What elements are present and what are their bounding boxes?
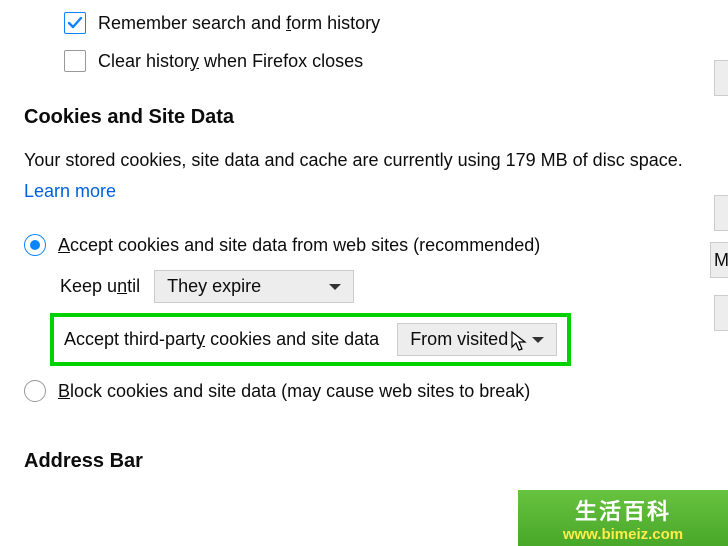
- clear-data-button-edge[interactable]: [714, 195, 728, 231]
- third-party-value: From visited: [410, 329, 508, 350]
- exceptions-button-edge[interactable]: [714, 295, 728, 331]
- third-party-label: Accept third-party cookies and site data: [64, 329, 379, 350]
- third-party-highlight: Accept third-party cookies and site data…: [50, 313, 571, 366]
- chevron-down-icon: [329, 284, 341, 290]
- watermark-title: 生活百科: [575, 494, 671, 526]
- cookies-description: Your stored cookies, site data and cache…: [24, 145, 728, 206]
- keep-until-value: They expire: [167, 276, 261, 297]
- watermark: 生活百科 www.bimeiz.com: [518, 490, 728, 546]
- settings-button-edge-1[interactable]: [714, 60, 728, 96]
- learn-more-link[interactable]: Learn more: [24, 181, 116, 201]
- accept-cookies-label: Accept cookies and site data from web si…: [58, 235, 540, 256]
- accept-cookies-radio[interactable]: [24, 234, 46, 256]
- watermark-url: www.bimeiz.com: [563, 526, 683, 543]
- remember-history-label: Remember search and form history: [98, 13, 380, 34]
- chevron-down-icon: [532, 337, 544, 343]
- cookies-section-title: Cookies and Site Data: [24, 106, 728, 129]
- manage-data-button-edge[interactable]: M: [710, 242, 728, 278]
- keep-until-label: Keep until: [60, 276, 140, 297]
- clear-history-label: Clear history when Firefox closes: [98, 51, 363, 72]
- third-party-dropdown[interactable]: From visited: [397, 323, 557, 356]
- block-cookies-label: Block cookies and site data (may cause w…: [58, 381, 530, 402]
- keep-until-dropdown[interactable]: They expire: [154, 270, 354, 303]
- block-cookies-radio[interactable]: [24, 380, 46, 402]
- clear-history-checkbox[interactable]: [64, 50, 86, 72]
- check-icon: [67, 15, 83, 31]
- remember-history-checkbox[interactable]: [64, 12, 86, 34]
- address-bar-section-title: Address Bar: [24, 450, 728, 473]
